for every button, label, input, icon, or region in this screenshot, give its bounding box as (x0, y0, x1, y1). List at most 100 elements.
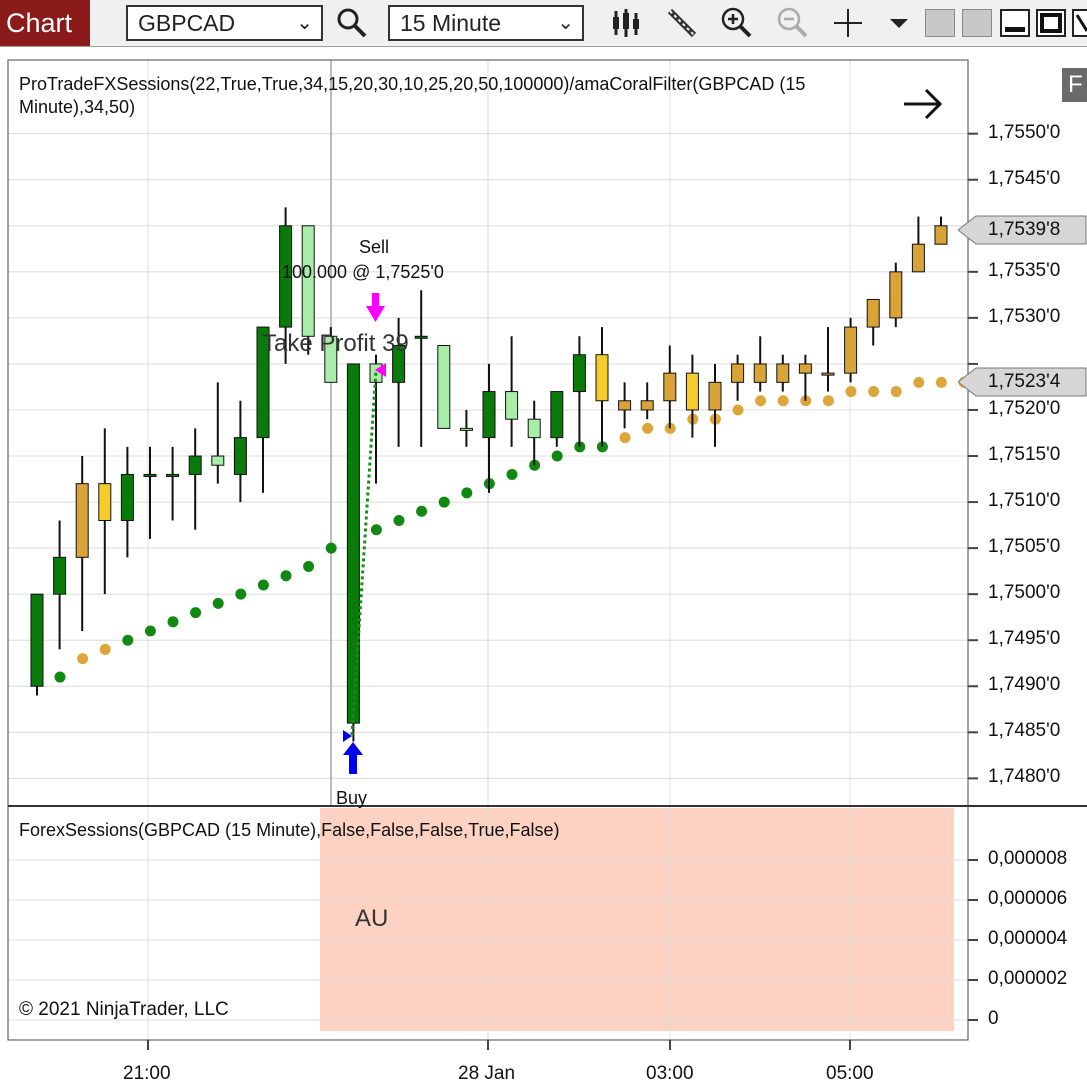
candle-body (663, 372, 677, 402)
candle-body (482, 391, 496, 439)
take-profit-label: Take Profit 39 (262, 330, 409, 358)
candle-body (640, 400, 654, 411)
candle (934, 216, 948, 245)
coral-dot (822, 395, 834, 407)
candle-body (414, 335, 428, 339)
candle-body (685, 372, 699, 411)
coral-dot (303, 561, 315, 573)
coral-price-tag: 1,7523'4 (958, 367, 1087, 397)
price-axis-label: 1,7550'0 (988, 121, 1061, 143)
coral-dot (144, 625, 156, 637)
candle-body (98, 483, 112, 521)
coral-price-value: 1,7523'4 (988, 371, 1061, 392)
price-axis-label: 1,7505'0 (988, 536, 1061, 558)
candle (188, 428, 202, 530)
coral-dot (190, 607, 202, 619)
candle (75, 456, 89, 632)
time-label: 28 Jan (458, 1063, 516, 1084)
price-axis-label: 1,7500'0 (988, 582, 1061, 604)
price-chart[interactable] (0, 0, 1087, 1091)
candle (572, 336, 586, 447)
candle-body (527, 418, 541, 439)
coral-dot (122, 634, 134, 646)
time-label: 03:00 (646, 1063, 694, 1084)
candle (889, 262, 903, 328)
candle (640, 382, 654, 420)
indicator-axis-label: 0,000006 (988, 888, 1068, 909)
candle-body (233, 437, 247, 475)
candle (459, 409, 473, 447)
coral-dot (506, 468, 518, 480)
lower-indicator-label: ForexSessions(GBPCAD (15 Minute),False,F… (19, 820, 560, 840)
candle-body (75, 483, 89, 558)
time-label: 21:00 (123, 1063, 171, 1084)
coral-dot (461, 487, 473, 499)
price-axis-label: 1,7520'0 (988, 397, 1061, 419)
coral-dot (890, 386, 902, 398)
indicator-axis-label: 0,000004 (988, 928, 1068, 949)
arrow-right-icon[interactable] (904, 88, 943, 120)
candle-body (618, 400, 632, 411)
last-price-value: 1,7539'8 (988, 219, 1061, 240)
coral-dot (325, 542, 337, 554)
coral-dot (551, 450, 563, 462)
indicator-axis-label: 0,000008 (988, 848, 1068, 869)
candle (821, 327, 835, 392)
candle (776, 354, 790, 392)
price-axis-label: 1,7480'0 (988, 766, 1061, 788)
candle (618, 382, 632, 429)
price-axis-label: 1,7515'0 (988, 444, 1061, 466)
candlestick-series (30, 207, 948, 742)
candle (53, 520, 67, 650)
candle (798, 354, 812, 401)
candle-body (866, 298, 880, 328)
candle-body (934, 225, 948, 245)
coral-dot (77, 653, 89, 665)
price-axis-label: 1,7485'0 (988, 720, 1061, 742)
price-axis-label: 1,7545'0 (988, 167, 1061, 189)
candle (211, 382, 225, 484)
candle (505, 336, 519, 447)
price-axis-label: 1,7535'0 (988, 259, 1061, 281)
candle (120, 446, 134, 558)
candle (437, 345, 451, 429)
candle-body (346, 363, 360, 724)
candle-body (459, 427, 473, 431)
main-indicator-label: ProTradeFXSessions(22,True,True,34,15,20… (19, 74, 806, 94)
indicator-axis-label: 0 (988, 1008, 999, 1029)
candle (550, 391, 564, 447)
copyright-label: © 2021 NinjaTrader, LLC (19, 999, 229, 1020)
coral-dot (845, 386, 857, 398)
take-profit-count: 39 (382, 330, 409, 357)
candle (346, 363, 360, 742)
candle (595, 327, 609, 447)
coral-dot (370, 524, 382, 536)
candle-body (753, 363, 767, 383)
coral-dot (99, 643, 111, 655)
candle-body (798, 363, 812, 374)
candle (844, 317, 858, 383)
candle-body (505, 391, 519, 420)
coral-dot (438, 496, 450, 508)
candle (233, 400, 247, 503)
price-axis-label: 1,7495'0 (988, 628, 1061, 650)
candle (482, 363, 496, 493)
coral-dot (212, 597, 224, 609)
candle (731, 354, 745, 401)
coral-dot (257, 579, 269, 591)
coral-dot (393, 514, 405, 526)
candle-body (143, 473, 157, 477)
coral-dot (868, 386, 880, 398)
candle (685, 354, 699, 438)
candle-body (53, 556, 67, 595)
candle-body (911, 243, 925, 273)
candle-body (708, 381, 722, 411)
candle-body (776, 363, 790, 383)
candle-body (166, 473, 180, 477)
buy-entry-marker-icon (343, 730, 352, 742)
candle-body (120, 473, 134, 521)
candle-body (821, 372, 835, 376)
buy-label: Buy (336, 788, 368, 808)
candle-body (844, 326, 858, 374)
price-axis-label: 1,7490'0 (988, 674, 1061, 696)
